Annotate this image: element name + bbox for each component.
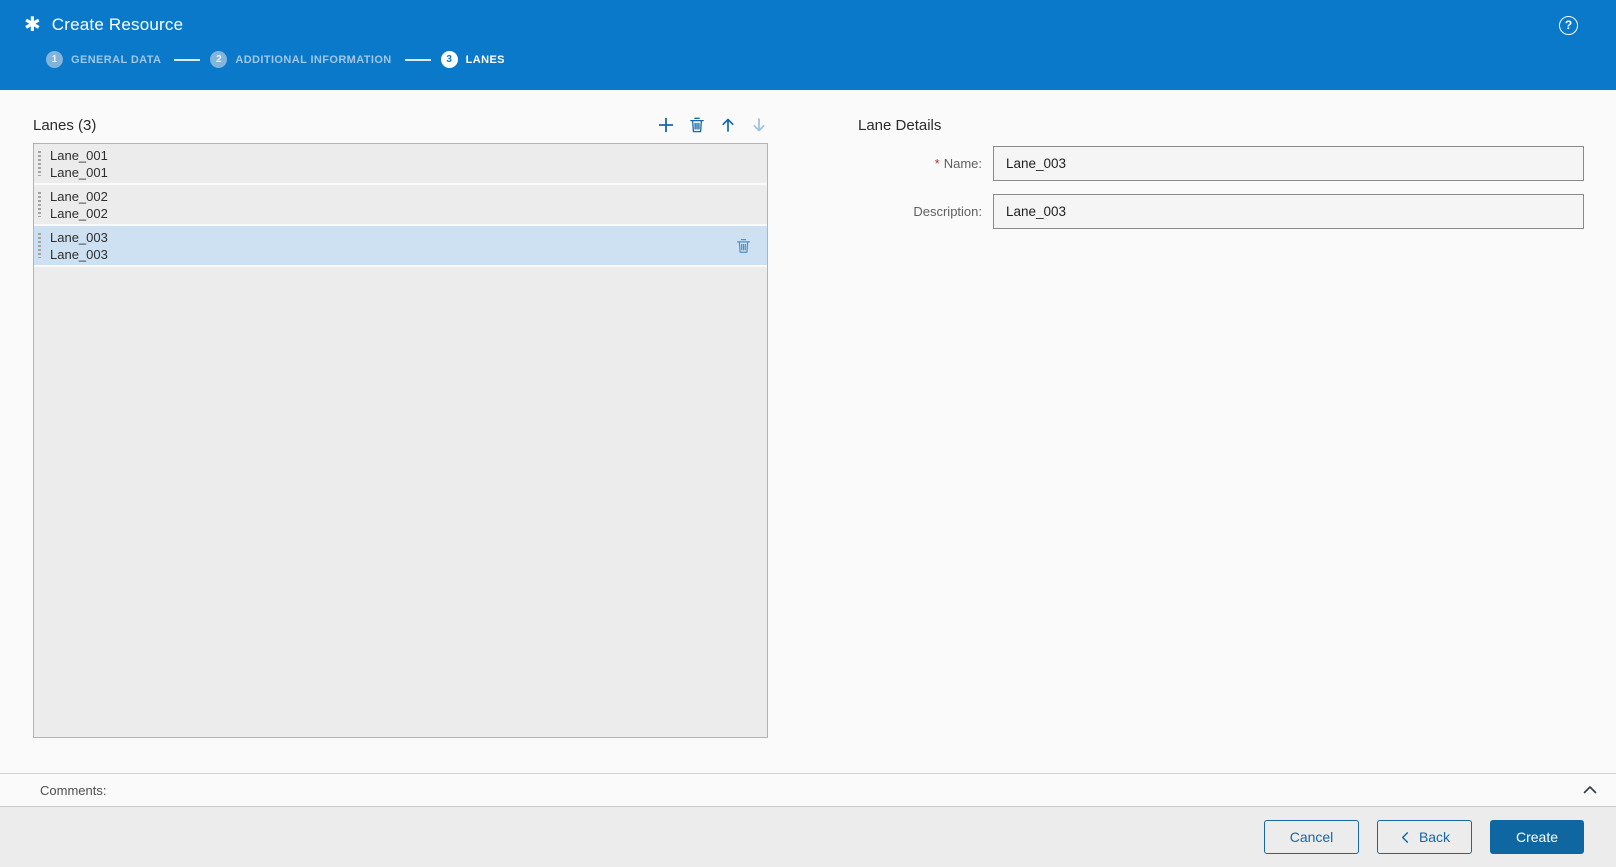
step-2-label: ADDITIONAL INFORMATION: [235, 54, 391, 66]
step-1-circle: 1: [46, 51, 63, 68]
name-label: *Name:: [858, 156, 982, 171]
description-field-row: Description:: [858, 194, 1584, 229]
delete-selected-lane-button[interactable]: [735, 237, 752, 254]
step-additional-information[interactable]: 2 ADDITIONAL INFORMATION: [210, 51, 391, 68]
lane-name: Lane_002: [50, 188, 108, 205]
lanes-list: Lane_001 Lane_001 Lane_002 Lane_002 Lane…: [33, 143, 768, 738]
step-2-circle: 2: [210, 51, 227, 68]
chevron-up-icon: [1582, 782, 1598, 798]
lanes-toolbar: [657, 116, 768, 134]
trash-icon: [735, 237, 752, 254]
step-connector: [405, 59, 431, 61]
lane-details-panel: Lane Details *Name: Description:: [858, 117, 1584, 242]
step-3-circle: 3: [441, 51, 458, 68]
move-lane-down-button[interactable]: [750, 116, 768, 134]
help-icon[interactable]: ?: [1559, 16, 1578, 35]
create-button[interactable]: Create: [1490, 820, 1584, 854]
back-button[interactable]: Back: [1377, 820, 1472, 854]
delete-lane-button[interactable]: [688, 116, 706, 134]
arrow-down-icon: [750, 116, 768, 134]
drag-handle-icon[interactable]: [38, 192, 41, 217]
lanes-count-title: Lanes (3): [33, 117, 96, 134]
cancel-button[interactable]: Cancel: [1264, 820, 1359, 854]
lane-description: Lane_002: [50, 205, 108, 222]
main-content: Lanes (3) Lane_001: [0, 90, 1616, 773]
lane-name: Lane_001: [50, 147, 108, 164]
comments-label: Comments:: [40, 783, 106, 798]
back-button-label: Back: [1419, 829, 1450, 845]
step-lanes[interactable]: 3 LANES: [441, 51, 505, 68]
arrow-up-icon: [719, 116, 737, 134]
lane-name: Lane_003: [50, 229, 108, 246]
move-lane-up-button[interactable]: [719, 116, 737, 134]
name-field-row: *Name:: [858, 146, 1584, 181]
drag-handle-icon[interactable]: [38, 233, 41, 258]
comments-bar: Comments:: [0, 773, 1616, 807]
wizard-header: ✱ Create Resource ? 1 GENERAL DATA 2 ADD…: [0, 0, 1616, 90]
trash-icon: [688, 116, 706, 134]
required-asterisk: *: [935, 156, 940, 171]
description-input[interactable]: [993, 194, 1584, 229]
lane-list-item[interactable]: Lane_002 Lane_002: [34, 185, 767, 226]
description-label: Description:: [858, 204, 982, 219]
step-1-label: GENERAL DATA: [71, 54, 161, 66]
app-asterisk-icon: ✱: [24, 15, 41, 35]
lanes-panel: Lanes (3) Lane_001: [33, 114, 768, 738]
lane-details-title: Lane Details: [858, 117, 1584, 135]
wizard-steps: 1 GENERAL DATA 2 ADDITIONAL INFORMATION …: [46, 51, 1616, 68]
lane-description: Lane_003: [50, 246, 108, 263]
add-lane-button[interactable]: [657, 116, 675, 134]
chevron-left-icon: [1399, 831, 1412, 844]
lane-list-item[interactable]: Lane_001 Lane_001: [34, 144, 767, 185]
step-connector: [174, 59, 200, 61]
footer-bar: Cancel Back Create: [0, 807, 1616, 867]
page-title: Create Resource: [52, 15, 184, 35]
help-glyph: ?: [1565, 18, 1572, 32]
plus-icon: [657, 116, 675, 134]
name-input[interactable]: [993, 146, 1584, 181]
lane-description: Lane_001: [50, 164, 108, 181]
comments-collapse-button[interactable]: [1582, 782, 1598, 798]
drag-handle-icon[interactable]: [38, 151, 41, 176]
step-3-label: LANES: [466, 54, 505, 66]
lane-list-item-selected[interactable]: Lane_003 Lane_003: [34, 226, 767, 267]
step-general-data[interactable]: 1 GENERAL DATA: [46, 51, 161, 68]
